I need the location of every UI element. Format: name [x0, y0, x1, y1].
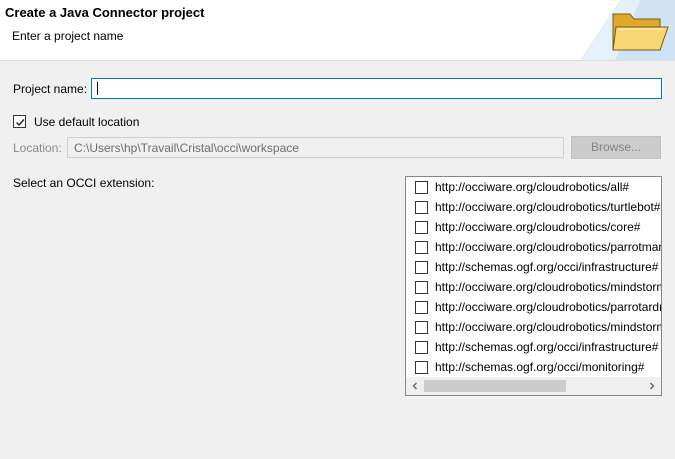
scroll-left-button[interactable] [406, 377, 424, 395]
use-default-location-label[interactable]: Use default location [34, 115, 139, 129]
extension-label: http://schemas.ogf.org/occi/infrastructu… [435, 260, 659, 274]
list-item[interactable]: http://occiware.org/cloudrobotics/parrot… [406, 297, 661, 317]
extension-label: http://occiware.org/cloudrobotics/core# [435, 220, 641, 234]
extension-label: http://occiware.org/cloudrobotics/all# [435, 180, 630, 194]
list-item[interactable]: http://occiware.org/cloudrobotics/core# [406, 217, 661, 237]
location-input: C:\Users\hp\Travail\Cristal\occi\workspa… [67, 137, 564, 158]
list-item[interactable]: http://occiware.org/cloudrobotics/turtle… [406, 197, 661, 217]
header-banner-art [560, 0, 675, 60]
extension-checkbox[interactable] [415, 261, 428, 274]
list-item[interactable]: http://schemas.ogf.org/occi/infrastructu… [406, 337, 661, 357]
use-default-location-checkbox[interactable] [13, 115, 26, 128]
extension-checkbox[interactable] [415, 281, 428, 294]
extension-label: http://schemas.ogf.org/occi/infrastructu… [435, 340, 659, 354]
list-item[interactable]: http://occiware.org/cloudrobotics/mindst… [406, 277, 662, 297]
extension-label: http://occiware.org/cloudrobotics/turtle… [435, 200, 661, 214]
extension-checkbox[interactable] [415, 361, 428, 374]
list-item[interactable]: http://schemas.ogf.org/occi/infrastructu… [406, 257, 661, 277]
extension-label: http://occiware.org/cloudrobotics/parrot… [435, 240, 661, 254]
wizard-title: Create a Java Connector project [5, 5, 205, 20]
list-item[interactable]: http://occiware.org/cloudrobotics/mindst… [406, 317, 661, 337]
scrollbar-thumb[interactable] [424, 380, 566, 392]
occi-extension-label: Select an OCCI extension: [13, 176, 155, 190]
extension-label: http://occiware.org/cloudrobotics/mindst… [435, 320, 661, 334]
wizard-subtitle: Enter a project name [12, 29, 124, 43]
extension-checkbox[interactable] [415, 301, 428, 314]
extension-checkbox[interactable] [415, 201, 428, 214]
wizard-header: Create a Java Connector project Enter a … [0, 0, 675, 61]
location-label: Location: [13, 141, 62, 155]
chevron-right-icon [650, 382, 655, 390]
extension-checkbox[interactable] [415, 321, 428, 334]
extension-checkbox[interactable] [415, 241, 428, 254]
browse-button: Browse... [571, 136, 661, 159]
extension-label: http://schemas.ogf.org/occi/monitoring# [435, 360, 645, 374]
project-name-label: Project name: [13, 82, 88, 96]
project-name-input[interactable] [91, 78, 662, 99]
checkmark-icon [16, 119, 25, 127]
extension-label: http://occiware.org/cloudrobotics/mindst… [435, 280, 662, 294]
scroll-right-button[interactable] [643, 377, 661, 395]
folder-icon [612, 13, 669, 51]
horizontal-scrollbar[interactable] [406, 377, 661, 395]
occi-extension-list[interactable]: http://occiware.org/cloudrobotics/all# h… [405, 176, 662, 396]
chevron-left-icon [412, 382, 417, 390]
extension-checkbox[interactable] [415, 221, 428, 234]
extension-checkbox[interactable] [415, 341, 428, 354]
list-item[interactable]: http://occiware.org/cloudrobotics/parrot… [406, 237, 661, 257]
extension-label: http://occiware.org/cloudrobotics/parrot… [435, 300, 661, 314]
extension-checkbox[interactable] [415, 181, 428, 194]
text-caret [97, 82, 98, 95]
list-item[interactable]: http://occiware.org/cloudrobotics/all# [406, 177, 661, 197]
list-item[interactable]: http://schemas.ogf.org/occi/monitoring# [406, 357, 661, 377]
